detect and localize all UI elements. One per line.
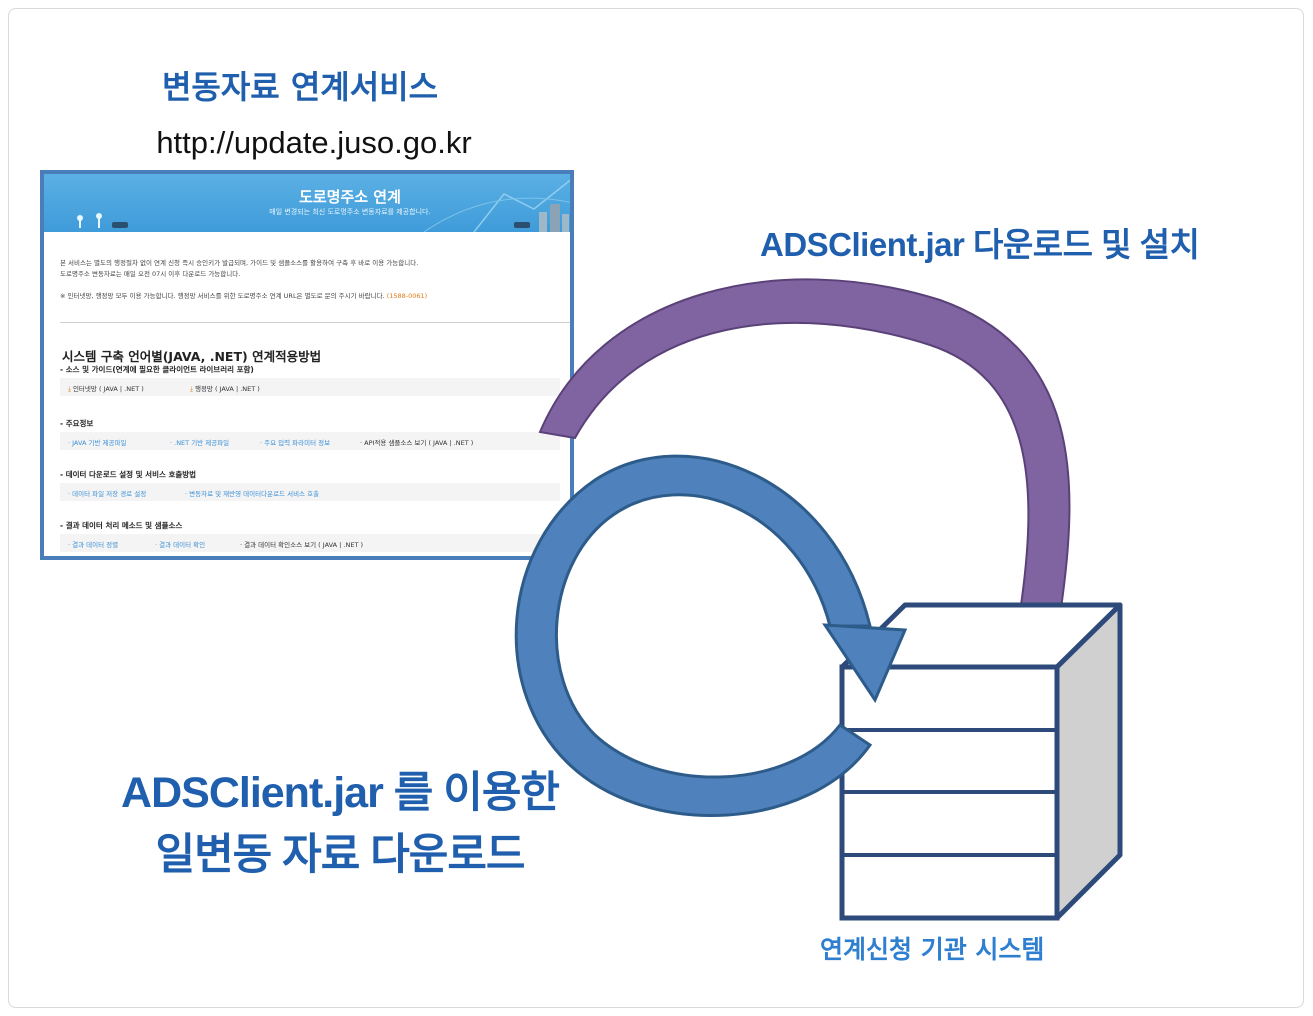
website-link-sample-source[interactable]: · API적용 샘플소스 보기 ( JAVA | .NET ) xyxy=(360,437,473,447)
website-link-java-files[interactable]: · JAVA 기반 제공파일 xyxy=(68,437,126,447)
download-caption: ADSClient.jar 를 이용한 일변동 자료 다운로드 xyxy=(60,762,620,886)
website-link-result-source[interactable]: · 결과 데이터 확인소스 보기 ( JAVA | .NET ) xyxy=(240,539,363,549)
service-url[interactable]: http://update.juso.go.kr xyxy=(0,125,628,161)
website-section-3-title: - 데이터 다운로드 설정 및 서비스 호출방법 xyxy=(60,470,197,479)
website-section-4-row: · 결과 데이터 정렬 · 결과 데이터 확인 · 결과 데이터 확인소스 보기… xyxy=(60,534,560,552)
website-link-internet[interactable]: ⤓ 인터넷망 ( JAVA | .NET ) xyxy=(68,383,144,394)
website-divider xyxy=(60,322,570,323)
download-caption-line2: 일변동 자료 다운로드 xyxy=(155,831,526,879)
download-caption-line1: ADSClient.jar 를 이용한 xyxy=(121,769,560,817)
website-link-save-path[interactable]: · 데이터 파일 저장 경로 설정 xyxy=(68,488,146,498)
website-link-params[interactable]: · 주요 입력 파라미터 정보 xyxy=(260,437,330,447)
website-banner-subtitle: 매일 변경되는 최신 도로명주소 변동자료를 제공합니다. xyxy=(269,208,431,216)
website-link-net-files[interactable]: · .NET 기반 제공파일 xyxy=(170,437,229,447)
website-link-download-call[interactable]: · 변동자료 및 재반영 데이터다운로드 서비스 호출 xyxy=(185,488,319,498)
website-section-1-title: - 소스 및 가이드(연계에 필요한 클라이언트 라이브러리 포함) xyxy=(60,365,254,374)
website-link-result-check[interactable]: · 결과 데이터 확인 xyxy=(155,539,205,549)
website-section-2-row: · JAVA 기반 제공파일 · .NET 기반 제공파일 · 주요 입력 파라… xyxy=(60,432,560,450)
website-section-4-title: - 결과 데이터 처리 메소드 및 샘플소스 xyxy=(60,521,183,530)
system-label: 연계신청 기관 시스템 xyxy=(820,935,1045,964)
website-note-phone: (1588-0061) xyxy=(386,292,428,300)
website-screenshot: 도로명주소 연계 매일 변경되는 최신 도로명주소 변동자료를 제공합니다. 본… xyxy=(40,170,574,560)
website-intro-line1: 본 서비스는 별도의 행정절차 없이 연계 신청 즉시 승인키가 발급되며, 가… xyxy=(60,259,419,267)
website-banner: 도로명주소 연계 매일 변경되는 최신 도로명주소 변동자료를 제공합니다. xyxy=(44,174,570,232)
website-note-text: ※ 인터넷망, 행정망 모두 이용 가능합니다. 행정망 서비스를 위한 도로명… xyxy=(60,292,385,300)
website-note: ※ 인터넷망, 행정망 모두 이용 가능합니다. 행정망 서비스를 위한 도로명… xyxy=(60,290,427,300)
website-section-2-title: - 주요정보 xyxy=(60,419,94,428)
service-title: 변동자료 연계서비스 xyxy=(161,68,439,106)
website-heading: 시스템 구축 언어별(JAVA, .NET) 연계적용방법 xyxy=(62,349,322,364)
website-intro-line2: 도로명주소 변동자료는 매일 오전 07시 이후 다운로드 가능합니다. xyxy=(60,270,241,278)
website-link-admin[interactable]: ⤓ 행정망 ( JAVA | .NET ) xyxy=(190,383,260,394)
website-link-result-sort[interactable]: · 결과 데이터 정렬 xyxy=(68,539,118,549)
install-caption: ADSClient.jar 다운로드 및 설치 xyxy=(760,226,1200,263)
website-section-1-row: ⤓ 인터넷망 ( JAVA | .NET ) ⤓ 행정망 ( JAVA | .N… xyxy=(60,378,560,396)
website-section-3-row: · 데이터 파일 저장 경로 설정 · 변동자료 및 재반영 데이터다운로드 서… xyxy=(60,483,560,501)
website-banner-title: 도로명주소 연계 xyxy=(299,188,401,206)
